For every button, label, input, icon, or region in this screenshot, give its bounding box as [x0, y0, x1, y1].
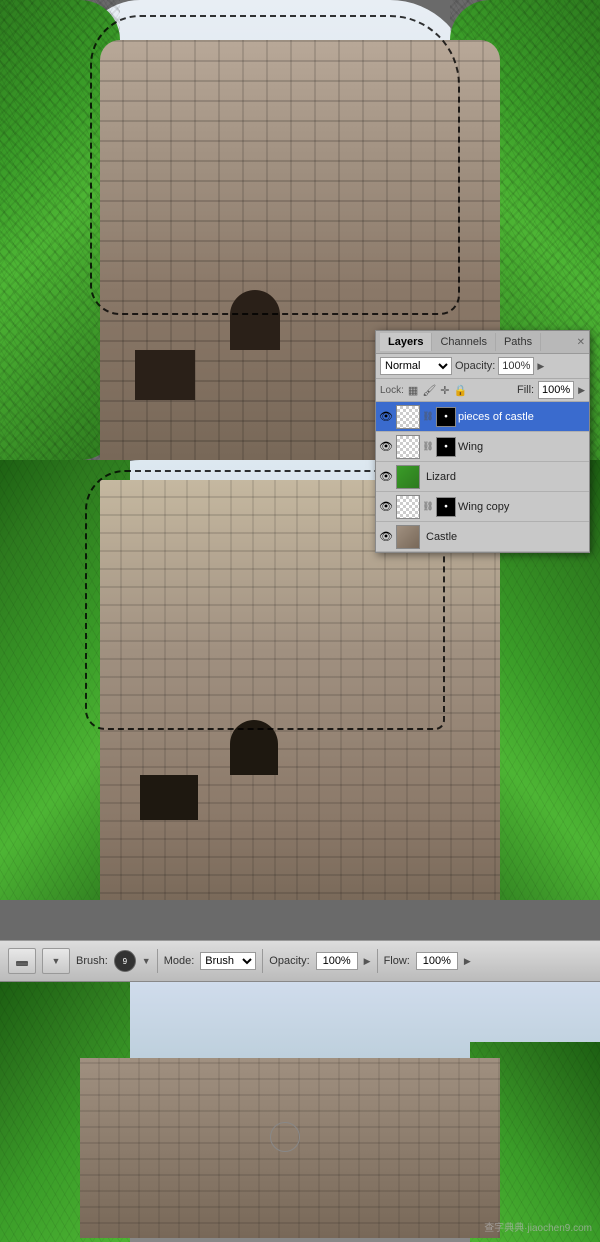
layer-name-0: pieces of castle	[458, 411, 587, 423]
tab-layers[interactable]: Layers	[380, 333, 432, 351]
opacity-label: Opacity:	[455, 360, 495, 372]
brush-preview[interactable]: 9	[114, 950, 136, 972]
toolbar-separator-3	[377, 949, 378, 973]
opacity-arrow[interactable]: ▶	[537, 361, 544, 372]
lock-all-icon[interactable]: 🔒	[454, 384, 468, 397]
eraser-tool-button[interactable]	[8, 948, 36, 974]
layer-thumb-1	[396, 435, 420, 459]
lock-row: Lock: ▦ 🖌 ✛ 🔒 Fill: ▶	[376, 379, 589, 402]
layer-mask-1	[436, 437, 456, 457]
layer-thumb-0	[396, 405, 420, 429]
layers-panel: Layers Channels Paths ✕ Normal Opacity: …	[375, 330, 590, 553]
brush-label: Brush:	[76, 955, 108, 967]
layer-row-wing[interactable]: 👁 ⛓ Wing	[376, 432, 589, 462]
flow-arrow[interactable]: ▶	[464, 956, 471, 967]
toolbar-opacity-label: Opacity:	[269, 955, 309, 967]
eye-icon-4[interactable]: 👁	[378, 529, 394, 545]
brush-size-value: 9	[123, 957, 127, 966]
panel-close-button[interactable]: ✕	[577, 337, 585, 348]
toolbar-separator-2	[262, 949, 263, 973]
toggle-tool-button[interactable]: ▼	[42, 948, 70, 974]
fill-input[interactable]	[538, 381, 574, 399]
eye-icon-3[interactable]: 👁	[378, 499, 394, 515]
final-castle	[80, 1058, 500, 1238]
layer-name-3: Wing copy	[458, 501, 587, 513]
layer-mask-0	[436, 407, 456, 427]
lock-transparent-icon[interactable]: ▦	[408, 384, 418, 397]
layer-name-1: Wing	[458, 441, 587, 453]
layer-row-castle[interactable]: 👁 Castle	[376, 522, 589, 552]
layers-panel-header: Layers Channels Paths ✕	[376, 331, 589, 354]
layer-thumb-2	[396, 465, 420, 489]
tab-paths[interactable]: Paths	[496, 333, 541, 351]
castle-window-2	[135, 350, 195, 400]
fill-arrow[interactable]: ▶	[578, 385, 585, 396]
layer-thumb-4	[396, 525, 420, 549]
watermark: 查字典典·jiaochen9.com	[484, 1219, 592, 1234]
opacity-input[interactable]	[498, 357, 534, 375]
layer-name-4: Castle	[426, 531, 587, 543]
mode-label: Mode:	[164, 955, 195, 967]
eye-icon-0[interactable]: 👁	[378, 409, 394, 425]
fill-label: Fill:	[517, 384, 534, 396]
brush-arrow[interactable]: ▼	[142, 956, 151, 966]
layer-link-1[interactable]: ⛓	[422, 439, 434, 455]
lock-image-icon[interactable]: 🖌	[422, 384, 436, 397]
lock-position-icon[interactable]: ✛	[440, 384, 449, 397]
tab-channels[interactable]: Channels	[432, 333, 495, 351]
flow-input[interactable]	[416, 952, 458, 970]
selection-marquee	[90, 15, 460, 315]
layer-mask-3	[436, 497, 456, 517]
layer-row-pieces-of-castle[interactable]: 👁 ⛓ pieces of castle	[376, 402, 589, 432]
layer-link-0[interactable]: ⛓	[422, 409, 434, 425]
mode-select[interactable]: Brush	[200, 952, 256, 970]
blend-mode-select[interactable]: Normal	[380, 357, 452, 375]
layer-link-3[interactable]: ⛓	[422, 499, 434, 515]
lock-label: Lock:	[380, 385, 404, 396]
eye-icon-1[interactable]: 👁	[378, 439, 394, 455]
blend-mode-row: Normal Opacity: ▶	[376, 354, 589, 379]
layer-name-2: Lizard	[426, 471, 587, 483]
scene-window-2	[140, 775, 198, 820]
layer-thumb-3	[396, 495, 420, 519]
layer-row-lizard[interactable]: 👁 Lizard	[376, 462, 589, 492]
canvas-area: Layers Channels Paths ✕ Normal Opacity: …	[0, 0, 600, 960]
flow-label: Flow:	[384, 955, 410, 967]
toolbar-opacity-arrow[interactable]: ▶	[364, 956, 371, 967]
layer-row-wing-copy[interactable]: 👁 ⛓ Wing copy	[376, 492, 589, 522]
eye-icon-2[interactable]: 👁	[378, 469, 394, 485]
toolbar-separator-1	[157, 949, 158, 973]
toolbar-strip: ▼ Brush: 9 ▼ Mode: Brush Opacity: ▶ Flow…	[0, 940, 600, 982]
toolbar-opacity-input[interactable]	[316, 952, 358, 970]
final-canvas-section	[0, 982, 600, 1238]
